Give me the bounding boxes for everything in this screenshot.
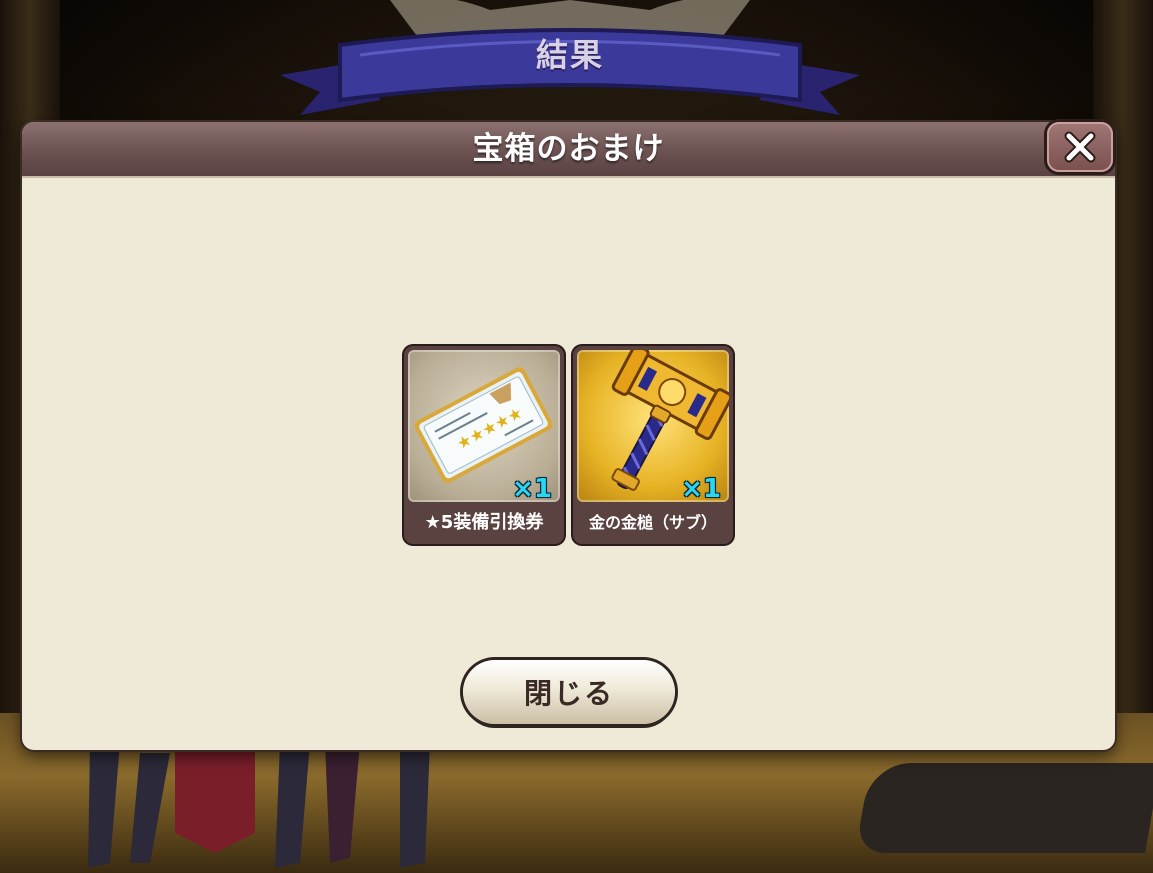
close-x-icon xyxy=(1064,131,1096,163)
banner-title: 結果 xyxy=(535,36,604,74)
close-button[interactable] xyxy=(1047,122,1113,172)
reward-list: ★★★★★ ×1 ★5装備引換券 ×1 金の金槌（サブ） xyxy=(404,346,733,544)
game-scene: 結果 宝箱のおまけ ★★★★★ ×1 ★5装備引換券 ×1 金の金槌（サブ） 閉… xyxy=(0,0,1153,873)
close-dialog-label: 閉じる xyxy=(523,677,614,710)
item-quantity: ×1 xyxy=(681,474,721,504)
item-name: ★5装備引換券 xyxy=(424,512,544,533)
reward-item-golden-hammer[interactable]: ×1 金の金槌（サブ） xyxy=(573,346,733,544)
item-quantity: ×1 xyxy=(512,474,552,504)
reward-item-ticket[interactable]: ★★★★★ ×1 ★5装備引換券 xyxy=(404,346,564,544)
background-creature-legs xyxy=(88,743,430,868)
background-rock xyxy=(855,763,1153,853)
close-dialog-button[interactable]: 閉じる xyxy=(463,660,675,724)
item-frame: ★★★★★ ×1 xyxy=(408,350,560,504)
dialog-title: 宝箱のおまけ xyxy=(472,131,665,167)
result-banner: 結果 xyxy=(240,0,900,130)
item-frame: ×1 xyxy=(577,350,729,504)
item-name: 金の金槌（サブ） xyxy=(588,513,717,532)
